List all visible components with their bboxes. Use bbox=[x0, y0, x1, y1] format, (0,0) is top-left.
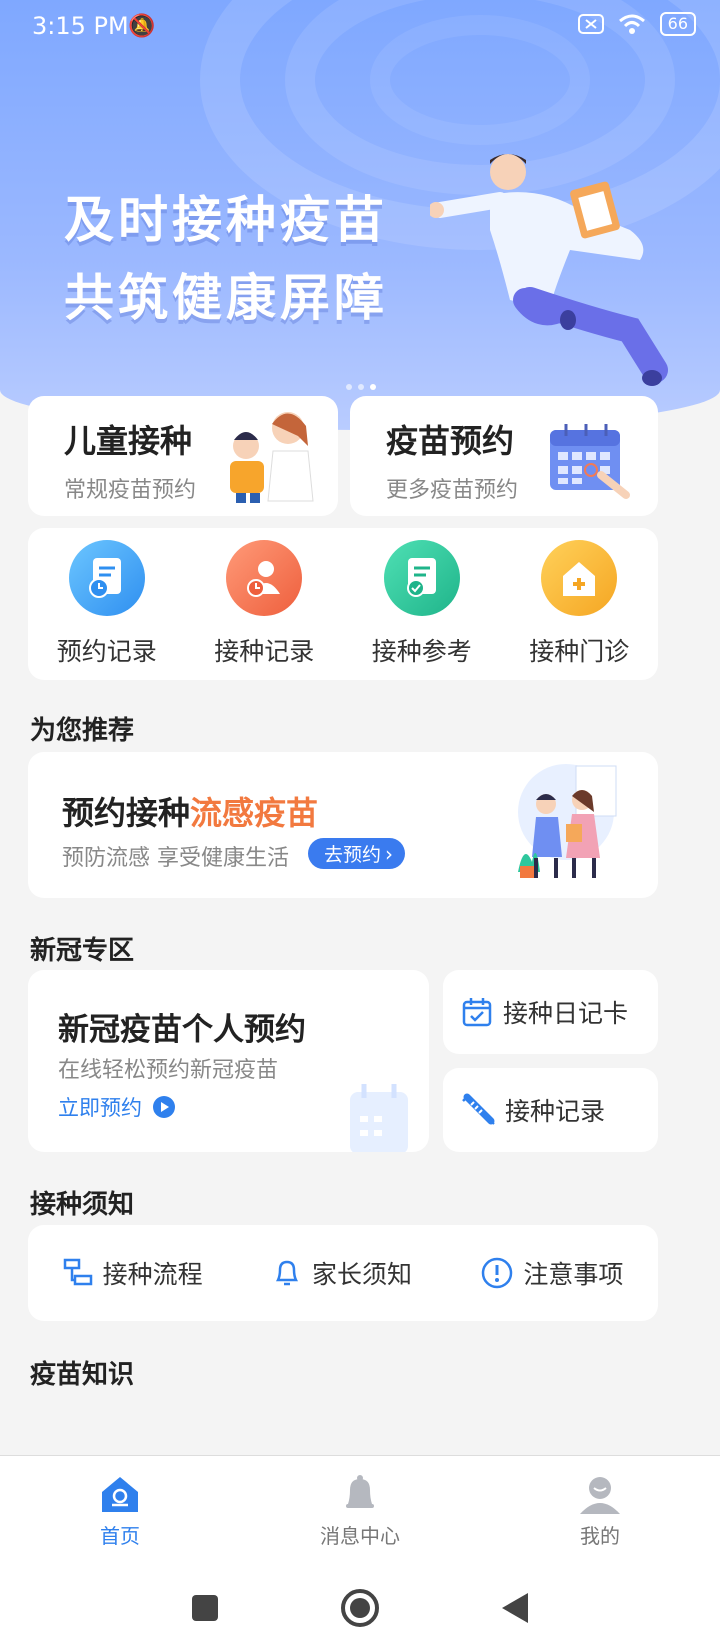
card-subtitle: 更多疫苗预约 bbox=[386, 478, 519, 503]
tab-messages[interactable]: 消息中心 bbox=[260, 1456, 460, 1566]
calendar-watermark-icon bbox=[350, 1084, 408, 1152]
user-icon bbox=[580, 1476, 620, 1514]
vaccination-record-icon bbox=[226, 540, 303, 616]
calendar-illustration bbox=[550, 424, 630, 499]
notice-section-title: 接种须知 bbox=[30, 1190, 135, 1220]
covid-booking-card[interactable]: 新冠疫苗个人预约 在线轻松预约新冠疫苗 立即预约 bbox=[28, 970, 429, 1152]
recommend-section-title: 为您推荐 bbox=[30, 716, 135, 746]
promo-title-highlight: 流感疫苗 bbox=[190, 794, 319, 832]
syringe-icon bbox=[462, 1093, 495, 1125]
quick-action-label: 接种参考 bbox=[371, 637, 472, 666]
flowchart-icon bbox=[63, 1258, 92, 1286]
mute-icon: 🔕 bbox=[128, 14, 156, 39]
vaccine-booking-card[interactable]: 疫苗预约 更多疫苗预约 bbox=[350, 396, 658, 516]
knowledge-section-title: 疫苗知识 bbox=[30, 1360, 135, 1390]
notice-item-label: 家长须知 bbox=[311, 1260, 412, 1289]
promo-title: 预约接种流感疫苗 bbox=[62, 788, 318, 834]
calendar-check-icon bbox=[462, 998, 492, 1027]
promo-subtitle: 预防流感 享受健康生活 bbox=[62, 846, 289, 871]
vaccination-diary-card-button[interactable]: 接种日记卡 bbox=[443, 970, 658, 1054]
quick-action-label: 预约记录 bbox=[56, 637, 157, 666]
quick-action-label: 接种门诊 bbox=[529, 637, 630, 666]
appointment-record-icon bbox=[68, 540, 145, 616]
bell-icon bbox=[346, 1474, 374, 1508]
play-circle-icon bbox=[153, 1096, 175, 1118]
appointment-records-button[interactable]: 预约记录 bbox=[57, 540, 157, 668]
status-icons: 66 bbox=[577, 12, 696, 36]
notice-panel: 接种流程 家长须知 注意事项 bbox=[28, 1225, 658, 1321]
covid-card-title: 新冠疫苗个人预约 bbox=[58, 1012, 306, 1048]
precautions-button[interactable]: 注意事项 bbox=[481, 1255, 623, 1291]
banner-pagination[interactable] bbox=[346, 384, 376, 390]
child-vaccination-card[interactable]: 儿童接种 常规疫苗预约 bbox=[28, 396, 338, 516]
recent-apps-button[interactable] bbox=[190, 1593, 220, 1623]
chevron-right-icon: › bbox=[385, 841, 394, 866]
promo-title-prefix: 预约接种 bbox=[62, 794, 191, 832]
vaccination-records-button[interactable]: 接种记录 bbox=[214, 540, 314, 668]
quick-actions-panel: 预约记录 接种记录 接种参考 接种门诊 bbox=[28, 528, 658, 680]
bell-icon bbox=[275, 1260, 299, 1286]
card-title: 疫苗预约 bbox=[386, 422, 515, 460]
bottom-tab-bar: 首页 消息中心 我的 bbox=[0, 1455, 720, 1566]
doctor-illustration bbox=[430, 154, 668, 386]
notice-item-label: 注意事项 bbox=[523, 1260, 624, 1289]
tab-label: 首页 bbox=[100, 1523, 140, 1548]
tab-label: 我的 bbox=[580, 1523, 620, 1548]
home-icon bbox=[102, 1476, 138, 1512]
covid-link-label: 立即预约 bbox=[58, 1096, 142, 1120]
diary-card-label: 接种日记卡 bbox=[503, 999, 629, 1028]
covid-vaccination-record-button[interactable]: 接种记录 bbox=[443, 1068, 658, 1152]
home-nav-button[interactable] bbox=[340, 1588, 380, 1628]
sim-icon bbox=[577, 14, 604, 34]
parent-notice-button[interactable]: 家长须知 bbox=[272, 1255, 412, 1291]
notice-item-label: 接种流程 bbox=[102, 1260, 203, 1289]
tab-label: 消息中心 bbox=[320, 1523, 400, 1548]
system-navigation-bar bbox=[0, 1566, 720, 1650]
quick-action-label: 接种记录 bbox=[214, 637, 315, 666]
card-subtitle: 常规疫苗预约 bbox=[64, 478, 197, 503]
flu-vaccine-promo-card[interactable]: 预约接种流感疫苗 预防流感 享受健康生活 去预约 › bbox=[28, 752, 658, 898]
back-nav-button[interactable] bbox=[500, 1591, 530, 1625]
covid-card-subtitle: 在线轻松预约新冠疫苗 bbox=[58, 1058, 279, 1083]
banner-headline-2: 共筑健康屏障 bbox=[64, 269, 388, 327]
card-title: 儿童接种 bbox=[64, 422, 193, 460]
vaccination-reference-icon bbox=[383, 540, 460, 616]
battery-indicator: 66 bbox=[659, 12, 696, 36]
book-now-label: 去预约 bbox=[324, 844, 382, 866]
covid-section-title: 新冠专区 bbox=[30, 936, 135, 966]
status-time: 3:15 PM bbox=[32, 12, 129, 40]
record-label: 接种记录 bbox=[505, 1097, 606, 1126]
banner-headline-1: 及时接种疫苗 bbox=[64, 191, 388, 249]
covid-book-now-link[interactable]: 立即预约 bbox=[58, 1092, 176, 1122]
vaccination-process-button[interactable]: 接种流程 bbox=[63, 1255, 203, 1291]
tab-profile[interactable]: 我的 bbox=[500, 1456, 700, 1566]
vaccination-reference-button[interactable]: 接种参考 bbox=[372, 540, 472, 668]
book-now-button[interactable]: 去预约 › bbox=[308, 838, 406, 869]
flu-vaccination-illustration bbox=[518, 764, 617, 878]
tab-home[interactable]: 首页 bbox=[20, 1456, 220, 1566]
clinic-icon bbox=[541, 540, 618, 616]
exclamation-circle-icon bbox=[482, 1257, 513, 1289]
wifi-icon bbox=[618, 14, 645, 34]
child-nurse-illustration bbox=[230, 412, 314, 503]
vaccination-clinic-button[interactable]: 接种门诊 bbox=[529, 540, 629, 668]
